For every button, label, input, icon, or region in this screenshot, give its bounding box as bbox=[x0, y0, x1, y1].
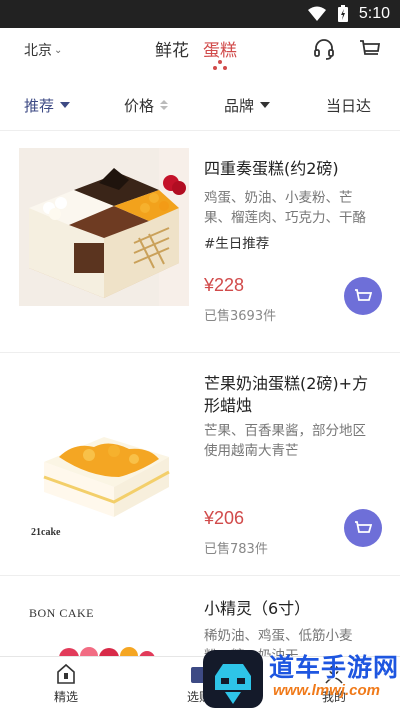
nav-home-label: 精选 bbox=[54, 690, 79, 704]
filter-brand[interactable]: 品牌 bbox=[224, 95, 271, 116]
tab-flowers[interactable]: 鲜花 bbox=[155, 36, 189, 61]
nav-home[interactable]: 精选 bbox=[54, 663, 78, 705]
filter-brand-label: 品牌 bbox=[224, 96, 255, 115]
cart-icon bbox=[355, 289, 372, 301]
product-image[interactable]: BON CAKE bbox=[19, 596, 189, 656]
dropdown-arrow-icon bbox=[260, 102, 271, 108]
city-selector[interactable]: 北京 ⌄ bbox=[24, 40, 62, 60]
wifi-icon bbox=[307, 6, 327, 22]
home-icon bbox=[57, 663, 75, 684]
status-bar: 5:10 bbox=[0, 0, 400, 28]
filter-price[interactable]: 价格 bbox=[124, 95, 169, 116]
filter-recommend-label: 推荐 bbox=[24, 96, 55, 115]
sort-arrows-icon bbox=[160, 100, 169, 110]
product-card[interactable]: 四重奏蛋糕(约2磅) 鸡蛋、奶油、小麦粉、芒果、榴莲肉、巧克力、干酪 #生日推荐… bbox=[0, 131, 400, 352]
watermark-logo: 道车手游网 www.lmwj.com bbox=[203, 646, 400, 710]
product-sold-count: 已售3693件 bbox=[204, 309, 277, 324]
category-tabs: 鲜花 蛋糕 bbox=[155, 36, 237, 70]
product-description: 芒果、百香果酱，部分地区使用越南大青芒 bbox=[204, 423, 366, 459]
watermark-text: 道车手游网 bbox=[269, 653, 400, 682]
battery-icon bbox=[337, 5, 349, 23]
customer-service-icon[interactable] bbox=[313, 38, 335, 60]
cart-icon[interactable] bbox=[359, 38, 381, 60]
product-card[interactable]: BON CAKE 小精灵（6寸） 稀奶油、鸡蛋、低筋小麦粉、糖、奶油干 bbox=[0, 576, 400, 656]
product-price: ¥206 bbox=[204, 508, 245, 528]
add-to-cart-button[interactable] bbox=[344, 277, 382, 315]
city-label: 北京 bbox=[24, 43, 52, 59]
tab-cakes-label: 蛋糕 bbox=[203, 41, 237, 61]
filter-bar: 推荐 价格 品牌 当日达 bbox=[0, 88, 400, 122]
dropdown-arrow-icon bbox=[60, 102, 71, 108]
app-header: 北京 ⌄ 鲜花 蛋糕 bbox=[0, 28, 400, 74]
product-description: 鸡蛋、奶油、小麦粉、芒果、榴莲肉、巧克力、干酪 bbox=[204, 190, 366, 226]
chevron-down-icon: ⌄ bbox=[54, 44, 63, 56]
watermark-url: www.lmwj.com bbox=[273, 682, 380, 699]
filter-same-day-label: 当日达 bbox=[326, 96, 372, 115]
brand-logo-21cake: 21cake bbox=[31, 527, 61, 538]
product-tag[interactable]: #生日推荐 bbox=[204, 232, 269, 252]
tab-cakes[interactable]: 蛋糕 bbox=[203, 36, 237, 70]
product-name[interactable]: 小精灵（6寸） bbox=[204, 598, 384, 620]
filter-recommend[interactable]: 推荐 bbox=[24, 95, 71, 116]
product-price: ¥228 bbox=[204, 275, 245, 295]
status-time: 5:10 bbox=[358, 5, 390, 22]
active-tab-indicator bbox=[211, 60, 229, 70]
product-name[interactable]: 芒果奶油蛋糕(2磅)+方形蜡烛 bbox=[204, 373, 384, 417]
product-name[interactable]: 四重奏蛋糕(约2磅) bbox=[204, 158, 384, 180]
filter-same-day[interactable]: 当日达 bbox=[326, 95, 371, 116]
product-sold-count: 已售783件 bbox=[204, 542, 268, 557]
product-image[interactable]: 21cake bbox=[19, 377, 189, 547]
filter-price-label: 价格 bbox=[124, 96, 155, 115]
product-card[interactable]: 21cake 芒果奶油蛋糕(2磅)+方形蜡烛 芒果、百香果酱，部分地区使用越南大… bbox=[0, 353, 400, 575]
cart-icon bbox=[355, 521, 372, 533]
add-to-cart-button[interactable] bbox=[344, 509, 382, 547]
product-image[interactable] bbox=[19, 148, 189, 306]
